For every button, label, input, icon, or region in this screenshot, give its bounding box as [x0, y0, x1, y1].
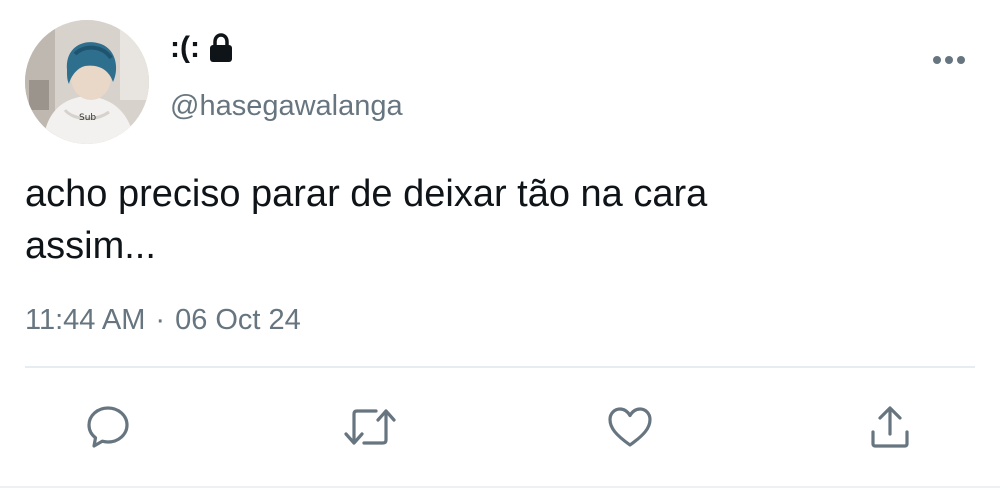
avatar-image: Sub: [25, 20, 149, 144]
share-icon: [871, 406, 909, 448]
retweet-button[interactable]: [340, 395, 400, 459]
timestamp-separator: ·: [155, 304, 166, 336]
more-icon: [933, 56, 965, 64]
reply-button[interactable]: [78, 395, 138, 459]
lock-icon: [208, 33, 234, 63]
timestamp[interactable]: 11:44 AM · 06 Oct 24: [25, 300, 301, 340]
reply-icon: [87, 406, 129, 448]
like-button[interactable]: [600, 395, 660, 459]
display-name-text: :(:: [170, 31, 200, 64]
tweet-time: 11:44 AM: [25, 304, 146, 336]
share-button[interactable]: [860, 395, 920, 459]
tweet-text: acho preciso parar de deixar tão na cara…: [25, 173, 708, 267]
divider: [25, 366, 975, 368]
svg-text:Sub: Sub: [79, 113, 96, 123]
tweet-date: 06 Oct 24: [175, 304, 301, 336]
display-name[interactable]: :(:: [170, 28, 234, 68]
retweet-icon: [344, 409, 396, 445]
more-options-button[interactable]: [925, 44, 973, 76]
user-handle[interactable]: @hasegawalanga: [170, 86, 403, 126]
tweet-card: Sub :(: @hasegawalanga acho preciso para…: [0, 0, 1000, 500]
avatar[interactable]: Sub: [25, 20, 149, 144]
action-bar: [0, 395, 1000, 459]
like-icon: [608, 407, 652, 447]
bottom-divider: [0, 486, 1000, 488]
